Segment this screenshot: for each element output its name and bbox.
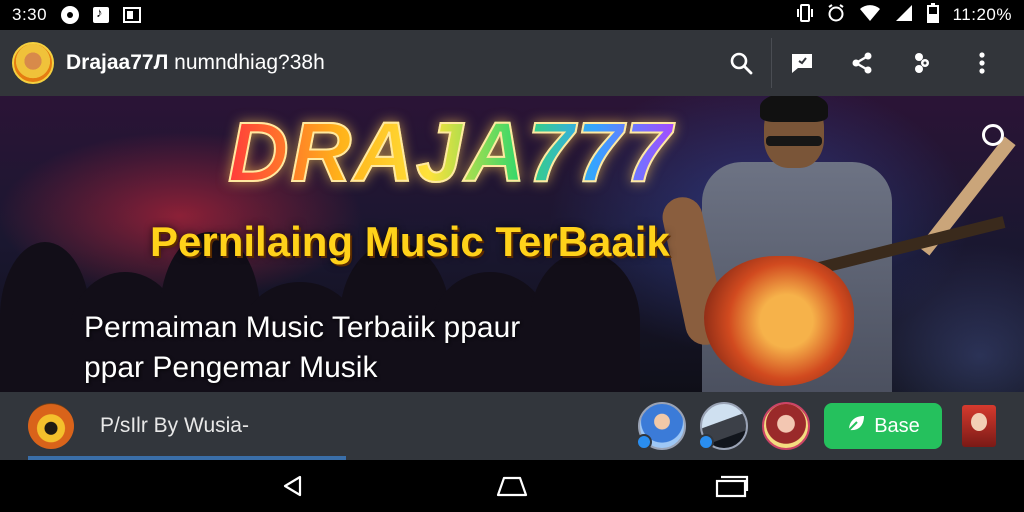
hero-banner[interactable]: DRAJA777 Pernilaing Music TerBaaik Perma… [0,96,1024,392]
channel-text: Р/ѕIlr By Wusia- [100,414,249,437]
status-right-text: 11:20% [952,5,1012,24]
message-icon [792,54,812,73]
leaf-icon [846,413,866,439]
badge-icon [698,434,714,450]
music-icon [93,5,110,23]
status-bar: 3:30 11:20% [0,0,1024,30]
app-avatar[interactable] [12,42,54,84]
search-button[interactable] [711,38,771,88]
alarm-icon [827,3,845,27]
share-icon [852,52,872,74]
friend-avatar-2[interactable] [698,402,748,450]
recents-button[interactable] [712,471,752,501]
info-bar: Р/ѕIlr By Wusia- Base [0,392,1024,460]
shuffle-button[interactable] [892,38,952,88]
recents-icon [715,475,749,498]
more-button[interactable] [952,38,1012,88]
back-button[interactable] [272,471,312,501]
app-actions [711,38,1012,88]
status-left: 3:30 [12,5,142,25]
banner-subtitle: Pernilaing Music TerBaaik [150,218,670,265]
battery-icon [926,2,939,28]
image-icon [123,7,142,23]
profile-thumbnail[interactable] [962,405,996,447]
wifi-icon [859,4,881,27]
info-actions: Base [636,402,996,450]
more-vertical-icon [979,52,985,74]
app-bar: Drajaa77Л numndhiag?38h [0,30,1024,96]
save-button[interactable]: Base [824,403,942,449]
friend-avatar-1[interactable] [636,402,686,450]
home-icon [496,476,528,497]
home-button[interactable] [492,471,532,501]
app-title-rest: numndhiag?38h [168,51,325,74]
channel-avatar[interactable] [28,403,74,449]
vibrate-icon [796,3,813,27]
app-title: Drajaa77Л numndhiag?38h [66,51,325,75]
loading-ring-icon[interactable] [982,124,1004,146]
signal-icon [895,4,913,27]
badge-icon [636,434,652,450]
status-time: 3:30 [12,5,48,24]
status-right: 11:20% [796,2,1012,28]
share-button[interactable] [832,38,892,88]
search-icon [730,52,753,75]
banner-brand: DRAJA777 [227,104,674,200]
save-button-label: Base [874,414,920,437]
back-icon [283,475,302,497]
navigation-bar [0,460,1024,512]
shuffle-icon [915,53,929,73]
circle-icon [61,6,80,24]
app-title-bold: Drajaa77Л [66,51,169,74]
friend-avatar-3[interactable] [762,402,810,450]
message-button[interactable] [771,38,832,88]
banner-description: Permaiman Music Terbaiik ppaur ppar Peng… [84,311,521,384]
